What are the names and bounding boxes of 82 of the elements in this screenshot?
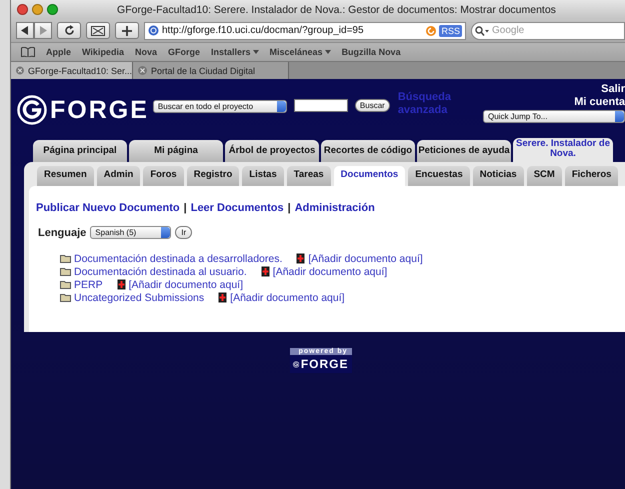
section-tab[interactable]: Documentos — [334, 166, 406, 186]
action-link[interactable]: Administración — [294, 202, 375, 214]
folder-icon — [60, 293, 71, 302]
quick-jump-dropdown[interactable]: Quick Jump To... — [483, 110, 625, 123]
add-document-icon — [296, 253, 306, 264]
address-field[interactable]: http://gforge.f10.uci.cu/docman/?group_id=95 RSS — [144, 22, 466, 40]
section-tab[interactable]: Ficheros — [564, 166, 618, 186]
section-tab[interactable]: Registro — [186, 166, 240, 186]
section-tab[interactable]: Admin — [96, 166, 140, 186]
add-document-icon — [116, 279, 126, 290]
language-dropdown[interactable]: Spanish (5) — [90, 226, 172, 239]
book-icon — [21, 47, 35, 57]
section-tab[interactable]: Tareas — [286, 166, 331, 186]
close-button[interactable] — [17, 4, 28, 15]
bookmark-link[interactable]: Apple — [46, 47, 72, 57]
folder-link[interactable]: PERP — [74, 278, 103, 290]
close-icon — [138, 66, 147, 75]
search-field[interactable] — [294, 99, 348, 112]
rss-badge[interactable]: RSS — [439, 24, 462, 36]
section-tab[interactable]: Foros — [143, 166, 184, 186]
account-link[interactable]: Mi cuenta — [574, 96, 625, 109]
action-link[interactable]: Publicar Nuevo Documento — [36, 202, 180, 214]
nav-tab[interactable]: Recortes de código — [321, 140, 415, 162]
separator-text: | — [184, 202, 187, 214]
language-label: Lenguaje — [38, 226, 86, 238]
forward-button[interactable] — [34, 22, 52, 39]
snippet-button[interactable] — [86, 22, 110, 39]
section-tab[interactable]: Noticias — [472, 166, 524, 186]
bookmark-link[interactable]: Installers — [210, 47, 259, 57]
back-button[interactable] — [16, 22, 34, 39]
logout-link[interactable]: Salir — [601, 83, 625, 96]
zoom-button[interactable] — [47, 4, 58, 15]
add-document-link[interactable]: [Añadir documento aquí] — [230, 292, 345, 304]
reload-icon — [426, 26, 436, 36]
nav-tab[interactable]: Serere. Instalador de Nova. — [513, 138, 613, 162]
scope-dropdown[interactable]: Buscar en todo el proyecto — [152, 100, 287, 113]
folder-link[interactable]: Uncategorized Submissions — [74, 292, 204, 304]
bookmark-link[interactable]: Bugzilla Nova — [342, 47, 401, 57]
nav-tab[interactable]: Árbol de proyectos — [225, 140, 319, 162]
bookmark-link[interactable]: GForge — [168, 47, 200, 57]
section-tab[interactable]: SCM — [526, 166, 562, 186]
separator-text: | — [288, 202, 291, 214]
add-document-icon — [260, 266, 270, 277]
folder-icon — [60, 254, 71, 263]
bookmark-link[interactable]: Nova — [134, 47, 157, 57]
add-document-link[interactable]: [Añadir documento aquí] — [308, 252, 423, 264]
back-icon — [21, 26, 29, 35]
forward-icon — [39, 26, 47, 35]
plus-icon — [122, 26, 132, 36]
bookmark-link[interactable]: Misceláneas — [270, 47, 331, 57]
nav-tab[interactable]: Página principal — [33, 140, 127, 162]
forge-logo: FORGE — [17, 95, 149, 125]
reload-button[interactable] — [57, 22, 81, 39]
caret-icon — [252, 50, 259, 54]
minimize-button[interactable] — [32, 4, 43, 15]
add-document-icon — [218, 292, 228, 303]
folder-link[interactable]: Documentación destinada al usuario. — [74, 266, 247, 278]
section-tab[interactable]: Encuestas — [408, 166, 470, 186]
folder-icon — [60, 267, 71, 276]
browser-tab[interactable]: GForge-Facultad10: Ser... — [11, 62, 133, 79]
search-icon — [475, 26, 489, 36]
globe-icon — [148, 25, 159, 36]
logo-icon — [17, 95, 47, 125]
add-document-link[interactable]: [Añadir documento aquí] — [128, 278, 244, 290]
section-tab[interactable]: Resumen — [37, 166, 94, 186]
bookmark-link[interactable]: Wikipedia — [82, 47, 124, 57]
close-icon — [16, 66, 24, 75]
nav-tab[interactable]: Peticiones de ayuda — [417, 140, 511, 162]
folder-icon — [60, 280, 71, 289]
search-field[interactable]: Google — [471, 22, 625, 40]
go-button[interactable]: Ir — [175, 226, 192, 239]
search-button[interactable]: Buscar — [354, 99, 390, 112]
add-bookmark-button[interactable] — [115, 22, 139, 39]
section-tab[interactable]: Listas — [242, 166, 284, 186]
browser-tab[interactable]: Portal de la Ciudad Digital — [133, 62, 289, 79]
caret-icon — [324, 50, 331, 54]
action-link[interactable]: Leer Documentos — [190, 202, 284, 214]
reload-icon — [64, 25, 74, 36]
window-title: GForge-Facultad10: Serere. Instalador de Nova.: Gestor de documentos: Mostrar documentos — [116, 4, 557, 16]
folder-link[interactable]: Documentación destinada a desarrolladores. — [74, 252, 282, 264]
add-document-link[interactable]: [Añadir documento aquí] — [272, 266, 388, 278]
nav-tab[interactable]: Mi página — [129, 140, 223, 162]
